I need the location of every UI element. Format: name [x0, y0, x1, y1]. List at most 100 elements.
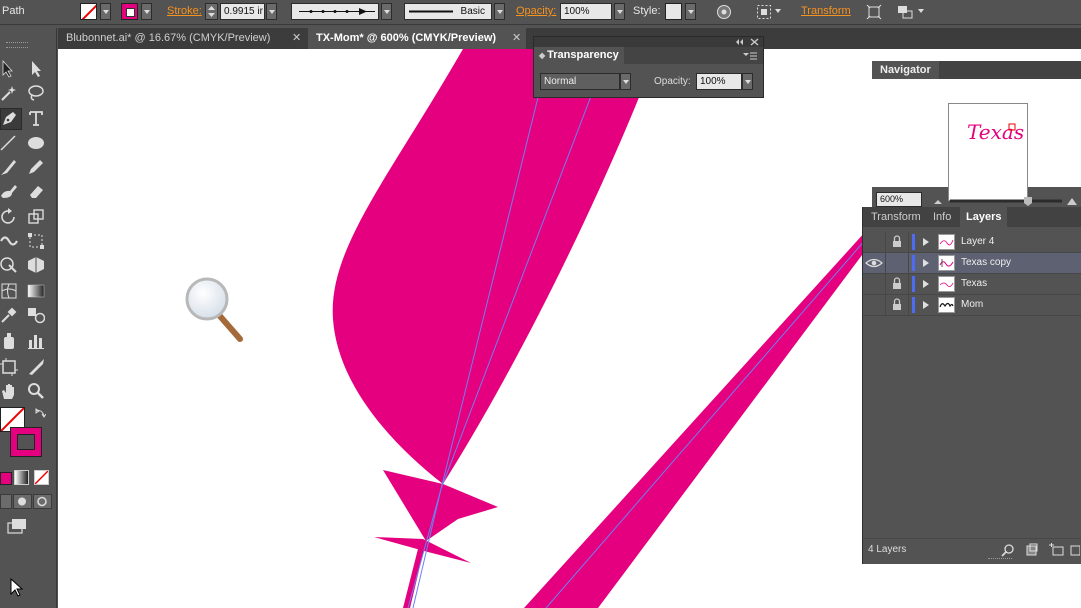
tab-navigator[interactable]: Navigator	[872, 61, 939, 79]
blend-mode-select[interactable]: Normal	[540, 73, 620, 90]
width-profile-dropdown[interactable]	[381, 3, 392, 20]
transparency-opacity-input[interactable]: 100%	[696, 73, 742, 90]
close-tab-tx-mom-icon[interactable]: ✕	[512, 28, 521, 49]
tab-blubonnet[interactable]: Blubonnet.ai* @ 16.67% (CMYK/Preview)	[58, 28, 308, 49]
graphic-style-swatch[interactable]	[665, 3, 682, 20]
none-mode-button[interactable]	[34, 470, 49, 485]
pen-tool-active[interactable]	[0, 108, 22, 130]
lock-toggle[interactable]	[886, 232, 909, 252]
panel-resize-grip[interactable]	[988, 558, 1012, 562]
expand-layer-icon[interactable]	[923, 280, 929, 288]
artboard-tool-icon[interactable]	[0, 358, 18, 376]
zoom-tool-icon[interactable]	[27, 382, 45, 400]
layer-row-layer-4[interactable]: Layer 4	[863, 232, 1081, 253]
recolor-artwork-icon[interactable]	[716, 4, 732, 20]
tab-tx-mom[interactable]: TX-Mom* @ 600% (CMYK/Preview)	[308, 28, 526, 49]
blob-brush-tool-icon[interactable]	[0, 182, 18, 200]
pencil-tool-icon[interactable]	[27, 158, 45, 176]
close-tab-blubonnet-icon[interactable]: ✕	[292, 28, 301, 49]
layer-row-texas-copy[interactable]: Texas copy	[863, 253, 1081, 274]
draw-normal-button[interactable]	[0, 494, 12, 509]
stroke-weight-input[interactable]: 0.9915 ir	[220, 3, 265, 20]
draw-inside-button[interactable]	[33, 494, 52, 509]
stroke-swatch[interactable]	[121, 3, 138, 20]
lock-toggle[interactable]	[886, 274, 909, 294]
blend-tool-icon[interactable]	[27, 306, 45, 324]
magic-wand-tool-icon[interactable]	[0, 84, 18, 102]
fill-swatch[interactable]	[80, 3, 97, 20]
eyedropper-tool-icon[interactable]	[0, 306, 18, 324]
opacity-input[interactable]: 100%	[560, 3, 612, 20]
panel-menu-icon[interactable]	[742, 51, 758, 61]
visibility-toggle[interactable]	[863, 274, 886, 294]
free-transform-tool-icon[interactable]	[27, 232, 45, 250]
draw-behind-button[interactable]	[13, 494, 32, 509]
tools-grip[interactable]	[6, 42, 28, 48]
lock-toggle[interactable]	[886, 253, 909, 273]
clipping-mask-icon[interactable]	[1025, 543, 1039, 557]
color-mode-button[interactable]	[0, 472, 12, 485]
transparency-panel-header[interactable]	[534, 37, 763, 47]
transform-panel-link[interactable]: Transform	[801, 5, 851, 17]
width-tool-icon[interactable]	[0, 232, 18, 250]
locate-object-icon[interactable]	[1001, 543, 1015, 557]
new-layer-icon[interactable]	[1070, 543, 1080, 557]
stroke-panel-link[interactable]: Stroke:	[167, 5, 202, 17]
selection-tool-icon[interactable]	[0, 60, 18, 78]
gradient-tool-icon[interactable]	[27, 282, 45, 300]
blend-mode-dropdown[interactable]	[620, 73, 631, 90]
scale-tool-icon[interactable]	[27, 208, 45, 226]
layer-row-texas[interactable]: Texas	[863, 274, 1081, 295]
shape-builder-tool-icon[interactable]	[0, 256, 18, 274]
mesh-tool-icon[interactable]	[0, 282, 18, 300]
align-selection-icon[interactable]	[756, 4, 772, 20]
visibility-toggle[interactable]	[863, 253, 886, 273]
paintbrush-tool-icon[interactable]	[0, 158, 18, 176]
lock-toggle[interactable]	[886, 295, 909, 315]
line-segment-tool-icon[interactable]	[0, 134, 18, 152]
slice-tool-icon[interactable]	[27, 358, 45, 376]
opacity-panel-link[interactable]: Opacity:	[516, 5, 556, 17]
navigator-preview[interactable]: Texas	[872, 79, 1081, 201]
tab-layers[interactable]: Layers	[960, 207, 1008, 227]
stroke-weight-dropdown[interactable]	[266, 3, 277, 20]
arrange-options-icon[interactable]	[897, 4, 913, 20]
navigator-zoom-input[interactable]: 600%	[876, 192, 922, 207]
swap-fill-stroke-icon[interactable]	[34, 407, 46, 419]
collapse-panel-icon[interactable]	[735, 38, 745, 46]
hand-tool-icon[interactable]	[0, 382, 18, 400]
opacity-dropdown[interactable]	[614, 3, 625, 20]
expand-layer-icon[interactable]	[923, 259, 929, 267]
visibility-toggle[interactable]	[863, 232, 886, 252]
expand-layer-icon[interactable]	[923, 301, 929, 309]
close-panel-icon[interactable]	[750, 38, 759, 46]
symbol-sprayer-tool-icon[interactable]	[0, 332, 18, 350]
isolate-group-icon[interactable]	[866, 4, 882, 20]
arrange-dropdown[interactable]	[916, 3, 927, 20]
eraser-tool-icon[interactable]	[27, 182, 45, 200]
type-tool-icon[interactable]	[27, 109, 45, 127]
graphic-style-dropdown[interactable]	[685, 3, 696, 20]
ellipse-tool-icon[interactable]	[27, 134, 45, 152]
stroke-dropdown[interactable]	[141, 3, 152, 20]
tab-transform[interactable]: Transform	[865, 207, 927, 227]
width-profile-select[interactable]	[291, 3, 379, 20]
brush-dropdown[interactable]	[494, 3, 505, 20]
tab-transparency[interactable]: ◆ Transparency	[534, 47, 624, 64]
visibility-toggle[interactable]	[863, 295, 886, 315]
perspective-grid-tool-icon[interactable]	[27, 256, 45, 274]
stroke-color-swatch[interactable]	[10, 427, 42, 457]
lasso-tool-icon[interactable]	[27, 84, 45, 102]
tab-info[interactable]: Info	[927, 207, 957, 227]
layer-row-mom[interactable]: Mom	[863, 295, 1081, 316]
stroke-weight-stepper[interactable]	[205, 3, 218, 20]
fill-dropdown[interactable]	[100, 3, 111, 20]
direct-selection-tool-icon[interactable]	[27, 60, 45, 78]
gradient-mode-button[interactable]	[14, 470, 29, 485]
align-dropdown[interactable]	[773, 3, 784, 20]
brush-select[interactable]: Basic	[404, 3, 492, 20]
screen-mode-icon[interactable]	[7, 517, 29, 535]
new-sublayer-icon[interactable]	[1048, 543, 1064, 557]
transparency-opacity-dropdown[interactable]	[742, 73, 753, 90]
navigator-zoom-slider[interactable]	[932, 195, 1077, 207]
